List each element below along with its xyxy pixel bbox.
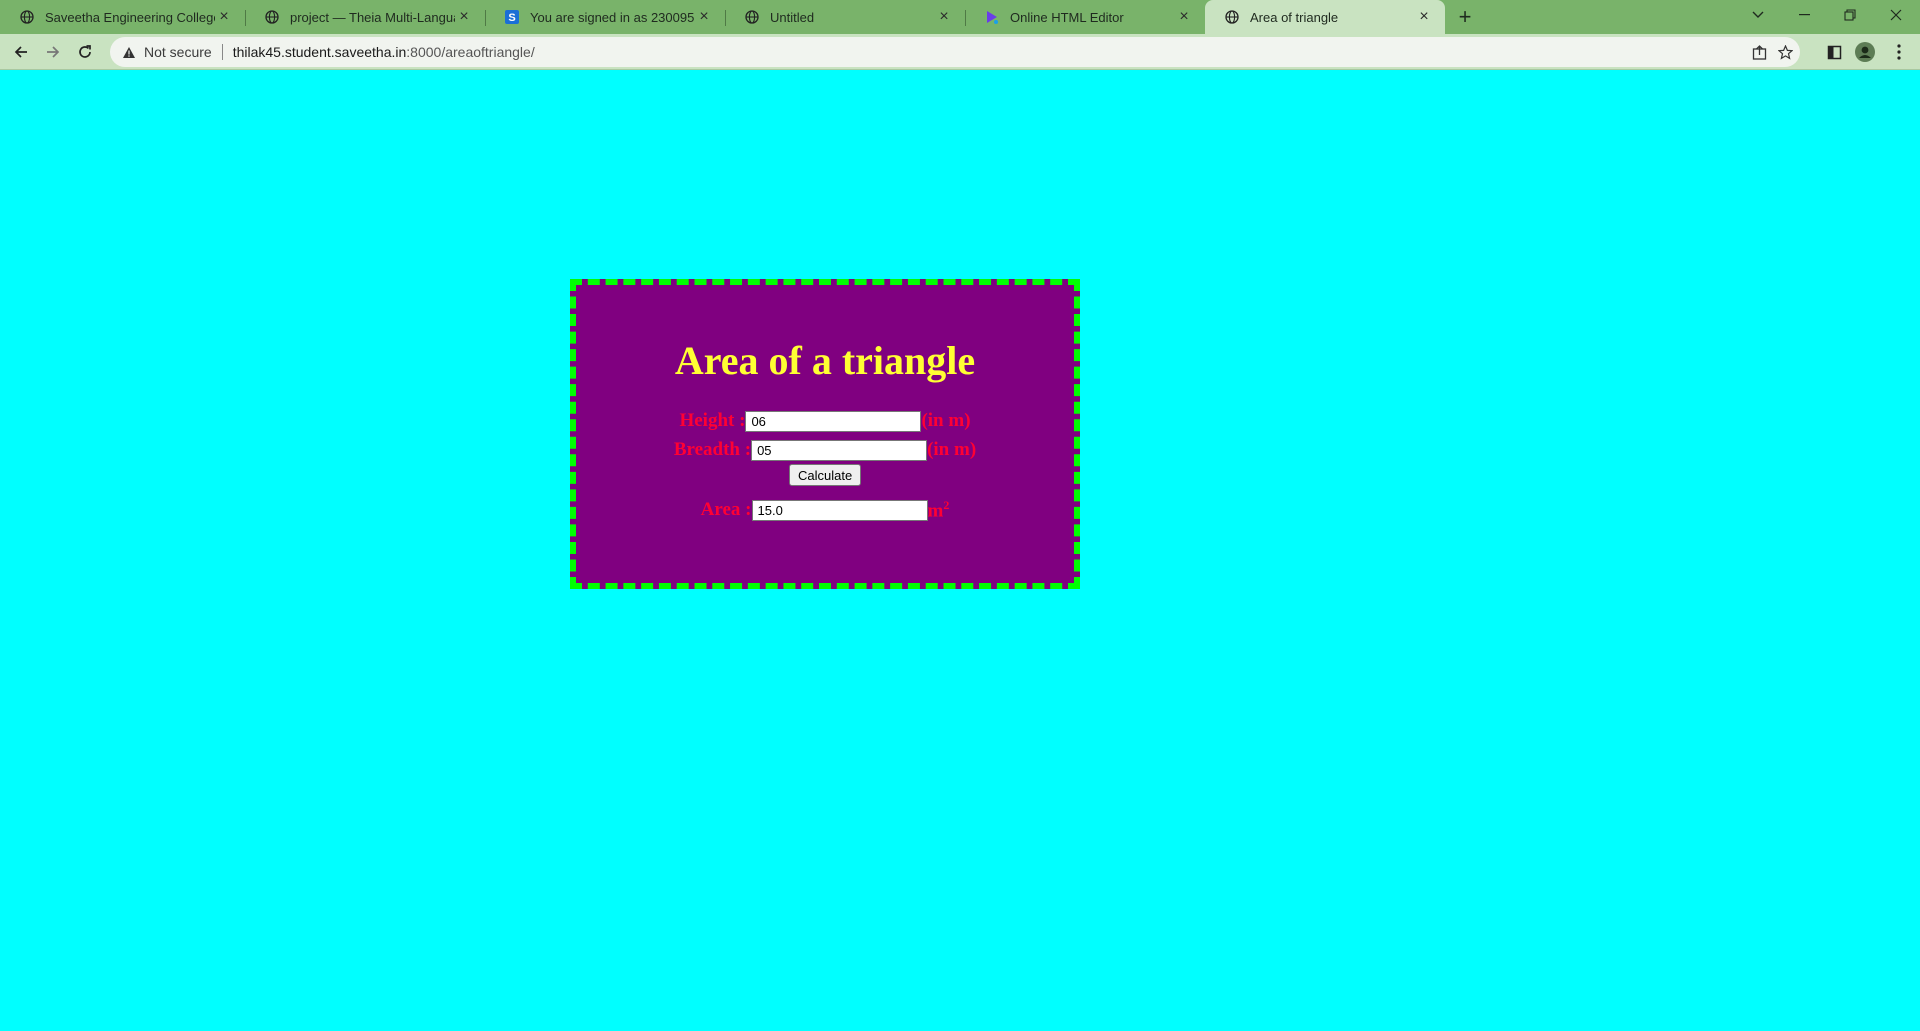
triangle-calculator-card: Area of a triangle Height : (in m) Bread… <box>570 279 1080 589</box>
breadth-input[interactable] <box>751 439 928 461</box>
close-window-icon[interactable] <box>1874 0 1918 30</box>
height-unit: (in m) <box>921 410 971 431</box>
restore-icon[interactable] <box>1828 0 1872 30</box>
bookmark-star-icon[interactable] <box>1776 43 1794 61</box>
tab-theia[interactable]: project — Theia Multi-Language × <box>245 0 485 34</box>
tab-area-of-triangle[interactable]: Area of triangle × <box>1205 0 1445 34</box>
breadth-row: Breadth : (in m) <box>576 439 1074 461</box>
close-icon[interactable]: × <box>1175 8 1193 26</box>
editor-brand-icon <box>984 9 1000 25</box>
area-unit-base: m <box>927 500 944 522</box>
menu-kebab-icon[interactable] <box>1887 40 1911 64</box>
warning-icon[interactable] <box>120 46 138 59</box>
tab-title: You are signed in as 23009564 <box>530 9 695 25</box>
tab-title: Untitled <box>770 9 815 25</box>
page-heading: Area of a triangle <box>674 338 976 383</box>
url-host: thilak45.student.saveetha.in <box>232 44 407 60</box>
tab-online-html-editor[interactable]: Online HTML Editor × <box>965 0 1205 34</box>
tab-saveetha[interactable]: Saveetha Engineering College × <box>0 0 245 34</box>
close-icon[interactable]: × <box>455 8 473 26</box>
close-icon[interactable]: × <box>215 8 233 26</box>
browser-toolbar: Not secure thilak45.student.saveetha.in:… <box>0 34 1920 70</box>
divider <box>221 44 223 60</box>
side-panel-icon[interactable] <box>1822 40 1846 64</box>
tab-title: Area of triangle <box>1250 9 1339 25</box>
reload-icon[interactable] <box>73 40 97 64</box>
tab-title: Saveetha Engineering College <box>45 9 215 25</box>
security-label[interactable]: Not secure <box>144 44 212 60</box>
tab-title: project — Theia Multi-Language <box>290 9 455 25</box>
close-icon[interactable]: × <box>935 8 953 26</box>
calculate-button[interactable]: Calculate <box>789 464 862 486</box>
tab-search-icon[interactable] <box>1736 0 1780 30</box>
forward-icon[interactable] <box>41 40 65 64</box>
tab-signed-in[interactable]: S You are signed in as 23009564 × <box>485 0 725 34</box>
globe-icon <box>19 9 35 25</box>
url-text[interactable]: thilak45.student.saveetha.in:8000/areaof… <box>233 44 535 60</box>
tab-strip: Saveetha Engineering College × project —… <box>0 0 1920 34</box>
back-icon[interactable] <box>9 40 33 64</box>
area-unit-exponent: 2 <box>943 498 950 512</box>
breadth-unit: (in m) <box>927 439 977 460</box>
address-bar[interactable]: Not secure thilak45.student.saveetha.in:… <box>110 37 1800 67</box>
area-label: Area : <box>700 499 752 521</box>
globe-icon <box>1224 9 1240 25</box>
s-brand-icon: S <box>504 9 520 25</box>
close-icon[interactable]: × <box>695 8 713 26</box>
svg-text:S: S <box>508 12 515 24</box>
height-input[interactable] <box>745 410 922 432</box>
minimize-icon[interactable] <box>1782 0 1826 30</box>
tab-title: Online HTML Editor <box>1010 9 1124 25</box>
area-output[interactable] <box>751 499 928 521</box>
globe-icon <box>744 9 760 25</box>
url-path: :8000/areaoftriangle/ <box>406 44 535 60</box>
breadth-label: Breadth : <box>673 439 752 460</box>
tab-untitled[interactable]: Untitled × <box>725 0 965 34</box>
close-icon[interactable]: × <box>1415 8 1433 26</box>
globe-icon <box>264 9 280 25</box>
area-unit: m2 <box>928 498 950 522</box>
profile-avatar-icon[interactable] <box>1853 40 1877 64</box>
height-row: Height : (in m) <box>576 410 1074 432</box>
height-label: Height : <box>679 410 746 431</box>
new-tab-button[interactable]: + <box>1454 4 1476 29</box>
share-icon[interactable] <box>1750 43 1768 61</box>
area-row: Area : m2 <box>576 498 1074 522</box>
